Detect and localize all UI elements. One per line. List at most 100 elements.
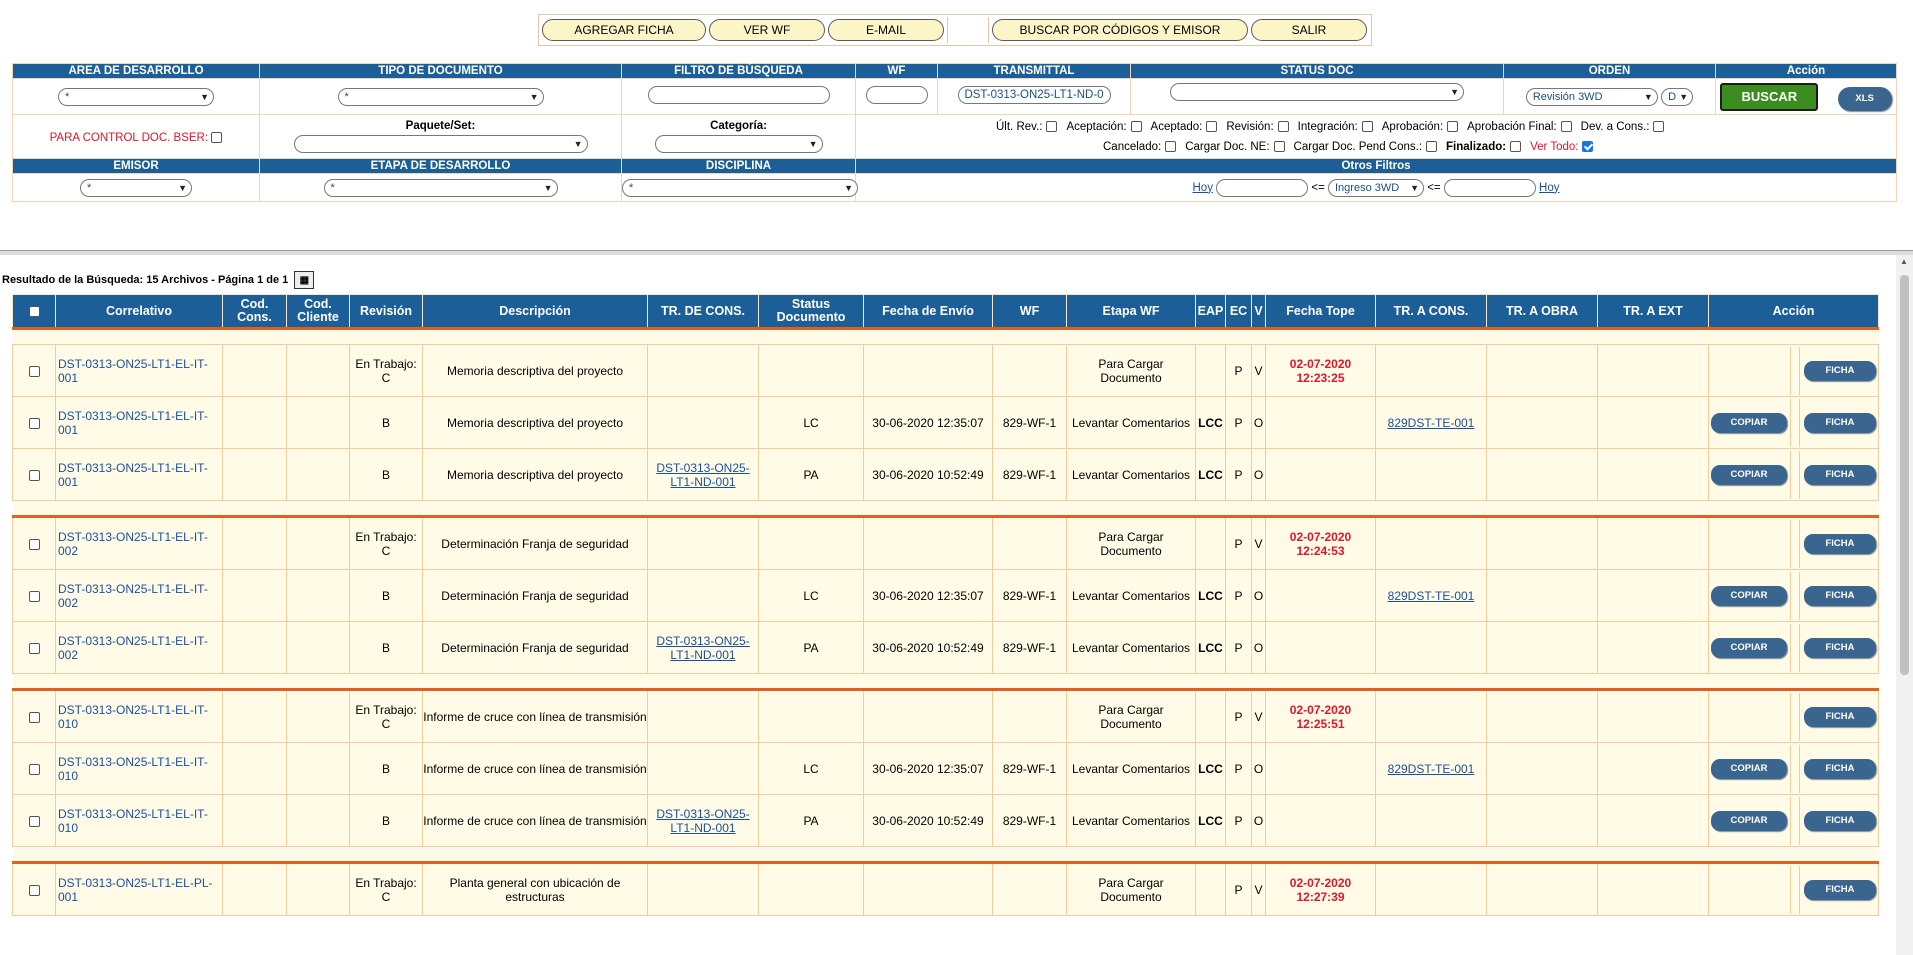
scroll-up-icon[interactable]: ▲ xyxy=(1900,257,1908,266)
row-checkbox[interactable] xyxy=(28,365,40,377)
column-header: Revisión xyxy=(349,294,423,329)
correlativo-link[interactable]: DST-0313-ON25-LT1-EL-PL-001 xyxy=(55,862,223,916)
buscar-button[interactable]: BUSCAR xyxy=(1720,82,1819,111)
ver-wf-button[interactable]: VER WF xyxy=(709,19,825,41)
table-row: DST-0313-ON25-LT1-EL-IT-001 B Memoria desc… xyxy=(12,396,1879,449)
row-checkbox[interactable] xyxy=(28,884,40,896)
status-checkbox[interactable] xyxy=(1046,121,1058,133)
correlativo-link[interactable]: DST-0313-ON25-LT1-EL-IT-010 xyxy=(55,794,223,847)
emisor-select[interactable]: * ▼ xyxy=(80,178,192,197)
correlativo-link[interactable]: DST-0313-ON25-LT1-EL-IT-001 xyxy=(55,448,223,501)
copiar-button[interactable]: COPIAR xyxy=(1711,810,1787,831)
copiar-button[interactable]: COPIAR xyxy=(1711,758,1787,779)
status-checkbox[interactable] xyxy=(1560,121,1572,133)
status-checkbox[interactable] xyxy=(1206,121,1218,133)
disciplina-select[interactable]: * ▼ xyxy=(622,178,858,197)
correlativo-link[interactable]: DST-0313-ON25-LT1-EL-IT-002 xyxy=(55,516,223,570)
correlativo-link[interactable]: DST-0313-ON25-LT1-EL-IT-002 xyxy=(55,569,223,622)
row-checkbox[interactable] xyxy=(28,763,40,775)
row-checkbox[interactable] xyxy=(28,590,40,602)
status-checkbox[interactable] xyxy=(1426,141,1438,153)
tr-de-cons-link[interactable]: DST-0313-ON25-LT1-ND-001 xyxy=(656,634,749,662)
chevron-down-icon: ▼ xyxy=(1410,182,1419,193)
cod-cons-cell xyxy=(222,742,287,795)
tr-a-ext-cell xyxy=(1597,569,1709,622)
correlativo-link[interactable]: DST-0313-ON25-LT1-EL-IT-002 xyxy=(55,621,223,674)
hoy-link-left[interactable]: Hoy xyxy=(1193,182,1213,194)
row-checkbox[interactable] xyxy=(28,469,40,481)
copiar-button[interactable]: COPIAR xyxy=(1711,464,1787,485)
status-checkbox[interactable] xyxy=(1582,141,1594,153)
orden-select[interactable]: Revisión 3WD ▼ xyxy=(1525,87,1658,106)
correlativo-link[interactable]: DST-0313-ON25-LT1-EL-IT-001 xyxy=(55,344,223,397)
status-checkbox[interactable] xyxy=(1653,121,1665,133)
row-checkbox[interactable] xyxy=(28,417,40,429)
ficha-button[interactable]: FICHA xyxy=(1804,464,1876,485)
buscar-codigos-emisor-button[interactable]: BUSCAR POR CÓDIGOS Y EMISOR xyxy=(992,19,1248,41)
fecha-tope-cell: 02-07-2020 12:25:51 xyxy=(1265,689,1376,743)
scroll-thumb[interactable] xyxy=(1900,275,1909,675)
row-actions: COPIARFICHA xyxy=(1709,692,1878,741)
eap-cell xyxy=(1195,689,1226,743)
row-checkbox[interactable] xyxy=(28,815,40,827)
email-button[interactable]: E-MAIL xyxy=(828,19,944,41)
xls-button[interactable]: XLS xyxy=(1837,86,1892,111)
status-checkbox[interactable] xyxy=(1130,121,1142,133)
tr-a-cons-link[interactable]: 829DST-TE-001 xyxy=(1388,416,1475,430)
copiar-button[interactable]: COPIAR xyxy=(1711,637,1787,658)
copiar-button[interactable]: COPIAR xyxy=(1711,412,1787,433)
status-doc-select[interactable]: ▼ xyxy=(1170,83,1464,101)
filtro-input[interactable] xyxy=(647,86,830,104)
row-checkbox[interactable] xyxy=(28,711,40,723)
copiar-button[interactable]: COPIAR xyxy=(1711,585,1787,606)
fecha-tope-cell xyxy=(1265,621,1376,674)
ficha-button[interactable]: FICHA xyxy=(1804,360,1876,381)
ficha-button[interactable]: FICHA xyxy=(1804,637,1876,658)
calendar-icon[interactable]: ▦ xyxy=(294,271,315,289)
orden-dir-select[interactable]: D ▼ xyxy=(1661,87,1694,106)
hoy-link-right[interactable]: Hoy xyxy=(1539,182,1559,194)
status-checkbox[interactable] xyxy=(1277,121,1289,133)
tr-a-cons-link[interactable]: 829DST-TE-001 xyxy=(1388,762,1475,776)
fecha-hasta-input[interactable] xyxy=(1443,178,1536,197)
salir-button[interactable]: SALIR xyxy=(1251,19,1367,41)
transmittal-input[interactable]: DST-0313-ON25-LT1-ND-0 xyxy=(957,86,1111,104)
ficha-button[interactable]: FICHA xyxy=(1804,706,1876,727)
tr-de-cons-link[interactable]: DST-0313-ON25-LT1-ND-001 xyxy=(656,807,749,835)
fecha-desde-input[interactable] xyxy=(1216,178,1309,197)
ficha-button[interactable]: FICHA xyxy=(1804,758,1876,779)
status-checkbox[interactable] xyxy=(1510,141,1522,153)
paquete-select[interactable]: ▼ xyxy=(293,135,588,153)
vertical-scrollbar[interactable]: ▲ xyxy=(1896,255,1913,955)
ficha-button[interactable]: FICHA xyxy=(1804,879,1876,900)
status-checkbox[interactable] xyxy=(1273,141,1285,153)
ficha-button[interactable]: FICHA xyxy=(1804,412,1876,433)
correlativo-link[interactable]: DST-0313-ON25-LT1-EL-IT-001 xyxy=(55,396,223,449)
area-select[interactable]: * ▼ xyxy=(58,87,214,106)
control-doc-checkbox[interactable] xyxy=(211,131,223,143)
tr-de-cons-link[interactable]: DST-0313-ON25-LT1-ND-001 xyxy=(656,461,749,489)
row-checkbox[interactable] xyxy=(28,538,40,550)
etapa-select[interactable]: * ▼ xyxy=(323,178,558,197)
row-actions: COPIAR FICHA xyxy=(1709,571,1878,620)
correlativo-link[interactable]: DST-0313-ON25-LT1-EL-IT-010 xyxy=(55,689,223,743)
cod-cliente-cell xyxy=(286,862,350,916)
categoria-select[interactable]: ▼ xyxy=(654,135,823,153)
correlativo-link[interactable]: DST-0313-ON25-LT1-EL-IT-010 xyxy=(55,742,223,795)
row-checkbox[interactable] xyxy=(28,642,40,654)
status-check-label: Cancelado: xyxy=(1103,141,1162,153)
ficha-button[interactable]: FICHA xyxy=(1804,533,1876,554)
ingreso-select[interactable]: Ingreso 3WD ▼ xyxy=(1328,178,1424,197)
tr-a-cons-link[interactable]: 829DST-TE-001 xyxy=(1388,589,1475,603)
row-select-cell xyxy=(12,794,56,847)
agregar-ficha-button[interactable]: AGREGAR FICHA xyxy=(542,19,706,41)
ficha-button[interactable]: FICHA xyxy=(1804,585,1876,606)
wf-input[interactable] xyxy=(865,86,928,104)
tipo-select[interactable]: * ▼ xyxy=(337,87,544,106)
ficha-button[interactable]: FICHA xyxy=(1804,810,1876,831)
row-select-cell xyxy=(12,689,56,743)
status-checkbox[interactable] xyxy=(1165,141,1177,153)
status-checkbox[interactable] xyxy=(1447,121,1459,133)
status-checkbox[interactable] xyxy=(1361,121,1373,133)
select-all-checkbox[interactable] xyxy=(28,305,40,317)
